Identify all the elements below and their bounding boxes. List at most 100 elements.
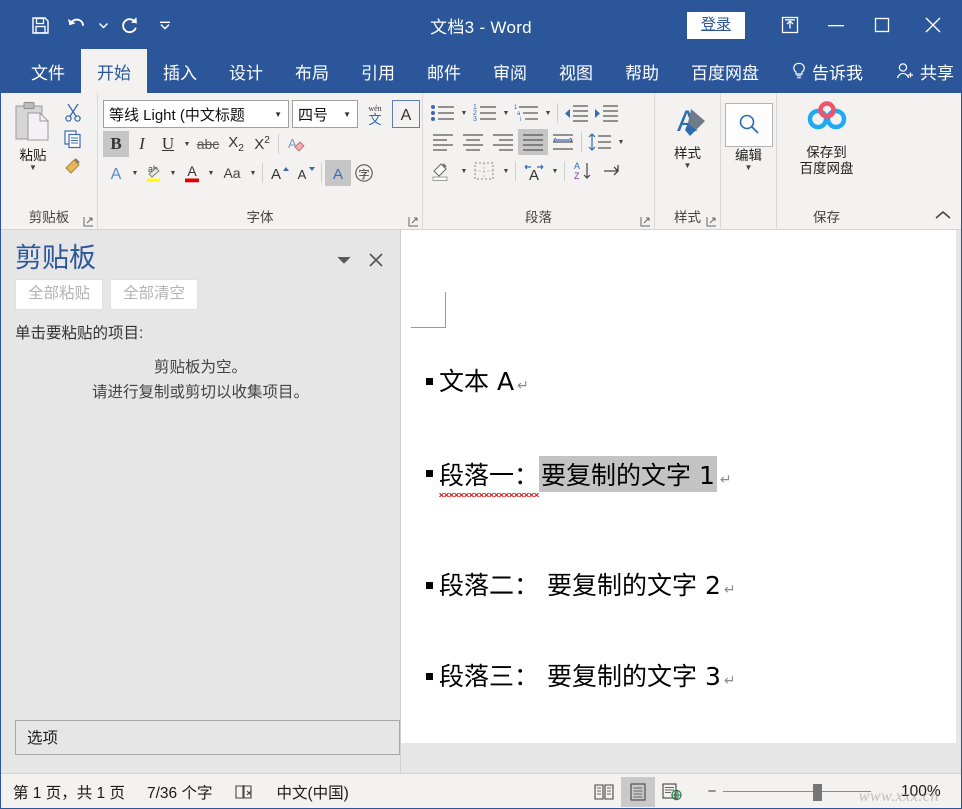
web-layout-icon[interactable] <box>655 777 689 807</box>
styles-button[interactable]: A 样式 ▼ <box>661 97 715 170</box>
text-highlight-button[interactable]: ab <box>141 160 167 186</box>
shading-button[interactable] <box>428 158 458 184</box>
line-spacing-button[interactable] <box>585 129 615 155</box>
enclose-character-button[interactable]: 字 <box>351 160 377 186</box>
save-to-baidu-netdisk-button[interactable]: 保存到 百度网盘 <box>782 97 871 176</box>
tab-baidu-netdisk[interactable]: 百度网盘 <box>675 49 775 93</box>
multilevel-dropdown-icon[interactable]: ▼ <box>542 100 554 126</box>
zoom-level-label[interactable]: 100% <box>901 783 947 801</box>
sign-in-button[interactable]: 登录 <box>687 12 745 39</box>
character-border-button[interactable]: A <box>392 100 420 128</box>
subscript-button[interactable]: X2 <box>223 131 249 157</box>
font-size-combo[interactable]: 四号 ▼ <box>292 100 358 128</box>
close-icon[interactable] <box>905 1 961 49</box>
copy-button[interactable] <box>60 126 86 152</box>
document-paragraph[interactable]: 文本 A ↵ <box>439 362 529 398</box>
chevron-down-icon[interactable]: ▼ <box>745 164 753 172</box>
sort-button[interactable]: AZ <box>568 158 598 184</box>
print-layout-icon[interactable] <box>621 777 655 807</box>
chevron-down-icon[interactable]: ▼ <box>270 110 286 119</box>
document-paragraph[interactable]: 段落三： 要复制的文字 3 ↵ <box>439 657 736 693</box>
justify-button[interactable] <box>518 129 548 155</box>
tab-mailings[interactable]: 邮件 <box>411 49 477 93</box>
tab-view[interactable]: 视图 <box>543 49 609 93</box>
distribute-button[interactable] <box>548 129 578 155</box>
document-paragraph[interactable]: 段落二： 要复制的文字 2 ↵ <box>439 566 736 602</box>
tab-help[interactable]: 帮助 <box>609 49 675 93</box>
chevron-down-icon[interactable]: ▼ <box>29 164 37 172</box>
underline-dropdown-icon[interactable]: ▼ <box>181 131 193 157</box>
numbering-dropdown-icon[interactable]: ▼ <box>500 100 512 126</box>
chevron-down-icon[interactable]: ▼ <box>339 110 355 119</box>
zoom-slider[interactable] <box>723 777 871 807</box>
tab-insert[interactable]: 插入 <box>147 49 213 93</box>
character-shading-button[interactable]: A <box>325 160 351 186</box>
minimize-icon[interactable] <box>813 1 859 49</box>
chevron-down-icon[interactable]: ▼ <box>684 162 692 170</box>
italic-button[interactable]: I <box>129 131 155 157</box>
bullet-list-button[interactable] <box>428 100 458 126</box>
language-indicator[interactable]: 中文(中国) <box>276 781 348 803</box>
numbered-list-button[interactable]: 123 <box>470 100 500 126</box>
align-center-button[interactable] <box>458 129 488 155</box>
document-paragraph[interactable]: 段落一： 要复制的文字 1 ↵ <box>439 456 732 494</box>
font-name-combo[interactable]: 等线 Light (中文标题 ▼ <box>103 100 289 128</box>
tab-references[interactable]: 引用 <box>345 49 411 93</box>
strikethrough-button[interactable]: abc <box>193 131 223 157</box>
save-icon[interactable] <box>23 8 57 42</box>
change-case-dropdown-icon[interactable]: ▼ <box>247 160 259 186</box>
underline-button[interactable]: U <box>155 131 181 157</box>
maximize-icon[interactable] <box>859 1 905 49</box>
page-indicator[interactable]: 第 1 页，共 1 页 <box>13 781 125 803</box>
font-dialog-launcher[interactable] <box>408 215 420 227</box>
format-painter-button[interactable] <box>60 153 86 179</box>
bold-button[interactable]: B <box>103 131 129 157</box>
ribbon-display-options-icon[interactable] <box>767 1 813 49</box>
highlight-dropdown-icon[interactable]: ▼ <box>167 160 179 186</box>
clipboard-dialog-launcher[interactable] <box>83 215 95 227</box>
undo-dropdown-icon[interactable] <box>95 8 111 42</box>
shrink-font-button[interactable]: A <box>292 160 318 186</box>
phonetic-guide-button[interactable]: wén文 <box>361 100 389 128</box>
bullet-dropdown-icon[interactable]: ▼ <box>458 100 470 126</box>
word-count[interactable]: 7/36 个字 <box>147 781 212 803</box>
paragraph-dialog-launcher[interactable] <box>640 215 652 227</box>
tab-share[interactable]: 共享 <box>879 49 962 93</box>
phonetic-adjust-button[interactable]: A <box>519 158 549 184</box>
paste-button[interactable]: 粘贴 ▼ <box>6 97 60 172</box>
shading-dropdown-icon[interactable]: ▼ <box>458 158 470 184</box>
font-color-dropdown-icon[interactable]: ▼ <box>205 160 217 186</box>
tab-design[interactable]: 设计 <box>213 49 279 93</box>
text-effects-button[interactable]: A <box>103 160 129 186</box>
styles-dialog-launcher[interactable] <box>706 215 718 227</box>
change-case-button[interactable]: Aa <box>217 160 247 186</box>
clipboard-options-button[interactable]: 选项 <box>15 720 400 755</box>
selected-text[interactable]: 要复制的文字 1 <box>539 456 717 492</box>
phonetic-adjust-dropdown-icon[interactable]: ▼ <box>549 158 561 184</box>
chevron-down-icon[interactable] <box>334 250 354 270</box>
tab-review[interactable]: 审阅 <box>477 49 543 93</box>
grow-font-button[interactable]: A <box>266 160 292 186</box>
redo-icon[interactable] <box>113 8 147 42</box>
tab-tell-me[interactable]: 告诉我 <box>775 49 879 93</box>
customize-qat-icon[interactable] <box>157 8 173 42</box>
tab-home[interactable]: 开始 <box>81 49 147 93</box>
font-color-button[interactable]: A <box>179 160 205 186</box>
zoom-out-button[interactable]: − <box>701 783 723 800</box>
decrease-indent-button[interactable] <box>561 100 591 126</box>
superscript-button[interactable]: X2 <box>249 131 275 157</box>
line-spacing-dropdown-icon[interactable]: ▼ <box>615 129 627 155</box>
cut-button[interactable] <box>60 99 86 125</box>
borders-button[interactable] <box>470 158 500 184</box>
show-formatting-marks-button[interactable] <box>598 158 628 184</box>
align-right-button[interactable] <box>488 129 518 155</box>
align-left-button[interactable] <box>428 129 458 155</box>
collapse-ribbon-icon[interactable] <box>933 205 953 225</box>
zoom-slider-thumb[interactable] <box>813 784 822 801</box>
borders-dropdown-icon[interactable]: ▼ <box>500 158 512 184</box>
proofing-errors-icon[interactable] <box>234 783 254 801</box>
undo-icon[interactable] <box>59 8 93 42</box>
increase-indent-button[interactable] <box>591 100 621 126</box>
document-page[interactable]: 文本 A ↵ 段落一： 要复制的文字 1 ↵ 段落二： 要复制的文字 2 ↵ <box>401 230 956 743</box>
close-icon[interactable] <box>366 250 386 270</box>
